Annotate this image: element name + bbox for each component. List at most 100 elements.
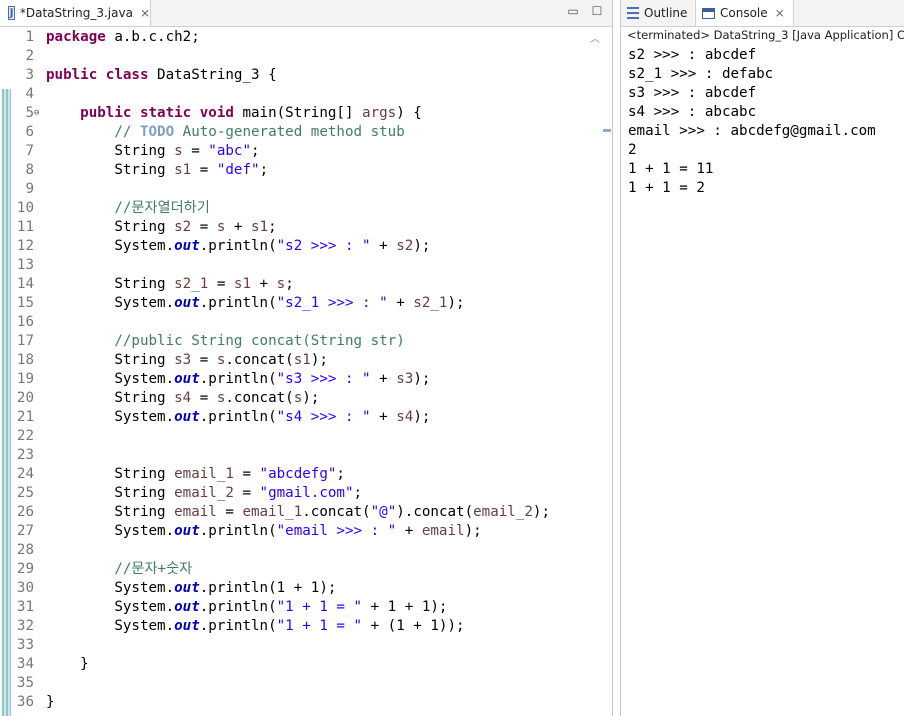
code-text: // TODO Auto-generated method stub bbox=[46, 123, 404, 142]
tab-outline[interactable]: Outline bbox=[627, 0, 687, 26]
code-token: .concat( bbox=[225, 352, 294, 368]
code-text: System.out.println("1 + 1 = " + 1 + 1); bbox=[46, 598, 447, 617]
code-line[interactable]: 16 bbox=[0, 313, 612, 332]
code-token: ); bbox=[413, 238, 431, 254]
code-token: out bbox=[174, 618, 200, 634]
code-line[interactable]: 18 String s3 = s.concat(s1); bbox=[0, 351, 612, 370]
line-number: 23 bbox=[16, 447, 34, 463]
code-line[interactable]: 17 //public String concat(String str) bbox=[0, 332, 612, 351]
code-token: + bbox=[225, 219, 252, 235]
code-line[interactable]: 24 String email_1 = "abcdefg"; bbox=[0, 465, 612, 484]
code-token: "1 + 1 = " bbox=[276, 599, 363, 615]
code-line[interactable]: 13 bbox=[0, 256, 612, 275]
code-text: String s1 = "def"; bbox=[46, 161, 268, 180]
code-line[interactable]: 30 System.out.println(1 + 1); bbox=[0, 579, 612, 598]
code-token: s1 bbox=[251, 219, 269, 235]
code-line[interactable]: 20 String s4 = s.concat(s); bbox=[0, 389, 612, 408]
code-line[interactable]: 33 bbox=[0, 636, 612, 655]
close-tab-icon[interactable]: ⨯ bbox=[140, 6, 150, 20]
code-token: s bbox=[293, 390, 303, 406]
close-console-icon[interactable]: ⨯ bbox=[775, 6, 785, 20]
code-token: // bbox=[114, 124, 140, 140]
fold-toggle-icon[interactable]: ⊖ bbox=[34, 104, 39, 123]
code-line[interactable]: 36} bbox=[0, 693, 612, 712]
code-text: public static void main(String[] args) { bbox=[46, 104, 422, 123]
code-token: + bbox=[251, 276, 277, 292]
code-line[interactable]: 29 //문자+숫자 bbox=[0, 560, 612, 579]
code-token: email_2 bbox=[174, 485, 234, 501]
code-line[interactable]: 8 String s1 = "def"; bbox=[0, 161, 612, 180]
code-line[interactable]: 19 System.out.println("s3 >>> : " + s3); bbox=[0, 370, 612, 389]
maximize-icon[interactable]: ☐ bbox=[590, 4, 604, 18]
code-token: System. bbox=[46, 599, 175, 615]
code-token: "abc" bbox=[208, 143, 252, 159]
code-text: String s4 = s.concat(s); bbox=[46, 389, 319, 408]
code-line[interactable]: 12 System.out.println("s2 >>> : " + s2); bbox=[0, 237, 612, 256]
code-line[interactable]: 4 bbox=[0, 85, 612, 104]
code-token: + bbox=[370, 371, 397, 387]
console-line: email >>> : abcdefg@gmail.com bbox=[628, 123, 876, 139]
code-token: //public String concat(String str) bbox=[114, 333, 405, 349]
code-token: String bbox=[46, 276, 175, 292]
editor-tab[interactable]: J *DataString_3.java ⨯ bbox=[0, 0, 151, 26]
task-marker[interactable] bbox=[603, 129, 611, 132]
line-number: 31 bbox=[16, 599, 34, 615]
minimize-icon[interactable]: ▭ bbox=[566, 4, 580, 18]
code-line[interactable]: 5 ⊖ public static void main(String[] args… bbox=[0, 104, 612, 123]
code-token: email bbox=[421, 523, 465, 539]
code-token: System. bbox=[46, 618, 175, 634]
code-line[interactable]: 11 String s2 = s + s1; bbox=[0, 218, 612, 237]
code-token: "s2_1 >>> : " bbox=[276, 295, 388, 311]
line-number: 26 bbox=[16, 504, 34, 520]
code-token: = bbox=[233, 466, 260, 482]
code-text: String email_1 = "abcdefg"; bbox=[46, 465, 345, 484]
tab-console[interactable]: Console ⨯ bbox=[695, 0, 794, 26]
code-token: .println( bbox=[199, 238, 277, 254]
code-token: = bbox=[216, 504, 243, 520]
code-line[interactable]: 9 bbox=[0, 180, 612, 199]
code-line[interactable]: 6 // TODO Auto-generated method stub bbox=[0, 123, 612, 142]
code-line[interactable]: 21 System.out.println("s4 >>> : " + s4); bbox=[0, 408, 612, 427]
code-line[interactable]: 28 bbox=[0, 541, 612, 560]
code-token: System. bbox=[46, 295, 175, 311]
code-token: ); bbox=[310, 352, 328, 368]
code-token: String bbox=[46, 162, 175, 178]
code-area[interactable]: 1 package a.b.c.ch2; 2 3 public class DataSt… bbox=[0, 28, 612, 712]
code-line[interactable]: 7 String s = "abc"; bbox=[0, 142, 612, 161]
console-line: s2_1 >>> : defabc bbox=[628, 66, 774, 82]
code-token: String bbox=[46, 352, 175, 368]
code-line[interactable]: 25 String email_2 = "gmail.com"; bbox=[0, 484, 612, 503]
line-number: 29 bbox=[16, 561, 34, 577]
code-token: DataString_3 { bbox=[148, 67, 277, 83]
code-line[interactable]: 26 String email = email_1.concat("@").co… bbox=[0, 503, 612, 522]
code-token: ; bbox=[353, 485, 363, 501]
overview-ruler[interactable] bbox=[600, 28, 612, 716]
code-line[interactable]: 31 System.out.println("1 + 1 = " + 1 + 1… bbox=[0, 598, 612, 617]
code-editor[interactable]: J *DataString_3.java ⨯ ▭ ☐ 1 package a.b.… bbox=[0, 0, 613, 716]
code-line[interactable]: 15 System.out.println("s2_1 >>> : " + s2… bbox=[0, 294, 612, 313]
code-line[interactable]: 23 bbox=[0, 446, 612, 465]
code-line[interactable]: 22 bbox=[0, 427, 612, 446]
code-line[interactable]: 32 System.out.println("1 + 1 = " + (1 + … bbox=[0, 617, 612, 636]
code-token: //문자열더하기 bbox=[114, 200, 210, 216]
code-token: = bbox=[208, 276, 234, 292]
code-line[interactable]: 14 String s2_1 = s1 + s; bbox=[0, 275, 612, 294]
code-line[interactable]: 35 bbox=[0, 674, 612, 693]
scroll-up-icon[interactable]: ︿ bbox=[590, 30, 600, 45]
code-line[interactable]: 27 System.out.println("email >>> : " + e… bbox=[0, 522, 612, 541]
code-line[interactable]: 3 public class DataString_3 { bbox=[0, 66, 612, 85]
code-text: System.out.println("s3 >>> : " + s3); bbox=[46, 370, 430, 389]
line-number: 14 bbox=[16, 276, 34, 292]
console-output[interactable]: s2 >>> : abcdef s2_1 >>> : defabc s3 >>> :… bbox=[628, 46, 876, 198]
code-line[interactable]: 2 bbox=[0, 47, 612, 66]
code-token: String bbox=[46, 466, 175, 482]
line-number: 30 bbox=[16, 580, 34, 596]
code-line[interactable]: 34 } bbox=[0, 655, 612, 674]
code-text: System.out.println(1 + 1); bbox=[46, 579, 336, 598]
console-panel[interactable]: Outline Console ⨯ <terminated> DataStrin… bbox=[620, 0, 904, 716]
code-line[interactable]: 1 package a.b.c.ch2; bbox=[0, 28, 612, 47]
code-token: s1 bbox=[293, 352, 311, 368]
code-line[interactable]: 10 //문자열더하기 bbox=[0, 199, 612, 218]
